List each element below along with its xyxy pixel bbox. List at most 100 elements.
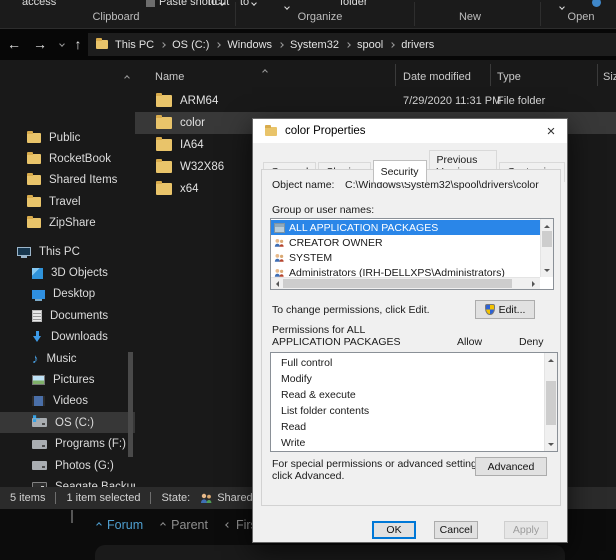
copy-to-button[interactable]: to <box>240 0 258 8</box>
apply-button-label: Apply <box>512 524 540 536</box>
ribbon-group-organize: Organize <box>297 11 343 23</box>
parent-link[interactable]: Parent <box>160 518 208 532</box>
column-divider[interactable] <box>395 64 396 86</box>
crumb-spool[interactable]: spool <box>357 39 383 51</box>
sidebar-item-label: Documents <box>50 309 109 322</box>
sidebar-item-rocketbook[interactable]: RocketBook <box>0 148 135 169</box>
ok-button[interactable]: OK <box>372 521 416 539</box>
folder-icon <box>156 93 172 107</box>
dialog-title: color Properties <box>285 125 366 137</box>
scroll-up-icon[interactable] <box>544 222 550 228</box>
sidebar-item-photos-g[interactable]: Photos (G:) <box>0 455 135 476</box>
quick-access-button[interactable]: access <box>22 0 56 8</box>
permission-label: List folder contents <box>281 405 370 417</box>
scrollbar-thumb[interactable] <box>546 381 556 425</box>
permission-row-read-execute[interactable]: Read & execute <box>271 387 544 403</box>
sidebar-item-3d-objects[interactable]: 3D Objects <box>0 262 135 283</box>
sidebar-item-programs-f[interactable]: Programs (F:) <box>0 433 135 454</box>
sidebar-scrollbar[interactable] <box>128 352 133 457</box>
tab-security[interactable]: Security <box>372 160 427 182</box>
sidebar-scroll-up-icon[interactable] <box>124 67 130 85</box>
properties-dialog: color Properties × General Sharing Secur… <box>252 118 568 543</box>
up-button[interactable]: ↑ <box>68 34 88 54</box>
cancel-button[interactable]: Cancel <box>434 521 478 539</box>
scroll-down-icon[interactable] <box>544 269 550 275</box>
breadcrumb[interactable]: This PC OS (C:) Windows System32 spool d… <box>88 33 616 56</box>
column-header-type[interactable]: Type <box>497 71 521 83</box>
forward-button[interactable]: → <box>30 34 50 54</box>
dialog-titlebar[interactable]: color Properties <box>253 119 567 143</box>
group-row-all-application-packages[interactable]: ALL APPLICATION PACKAGES <box>271 220 540 235</box>
sidebar-item-videos[interactable]: Videos <box>0 391 135 412</box>
group-row-system[interactable]: SYSTEM <box>271 250 540 265</box>
sidebar-item-pictures[interactable]: Pictures <box>0 369 135 390</box>
file-name: x64 <box>180 183 199 195</box>
music-note-icon: ♪ <box>32 351 39 367</box>
file-row-arm64[interactable]: ARM64 7/29/2020 11:31 PM File folder <box>135 90 616 112</box>
more-options-button[interactable] <box>284 0 290 12</box>
sidebar-item-zipshare[interactable]: ZipShare <box>0 213 135 234</box>
users-icon <box>274 268 284 277</box>
chevron-right-icon <box>160 41 166 48</box>
column-header-name[interactable]: Name <box>155 71 184 83</box>
sidebar-item-public[interactable]: Public <box>0 127 135 148</box>
security-tab-page: Object name: C:\Windows\System32\spool\d… <box>261 169 561 506</box>
copy-to-label: to <box>240 0 250 8</box>
folder-icon <box>156 115 172 129</box>
sidebar-item-downloads[interactable]: Downloads <box>0 327 135 348</box>
horizontal-scrollbar[interactable] <box>271 277 540 289</box>
edit-button[interactable]: Edit... <box>475 300 535 319</box>
sidebar-item-desktop[interactable]: Desktop <box>0 284 135 305</box>
new-item-dropdown[interactable] <box>559 0 565 12</box>
close-icon[interactable]: × <box>541 121 561 141</box>
sidebar-item-os-c[interactable]: OS (C:) <box>0 412 135 434</box>
crumb-os-c[interactable]: OS (C:) <box>172 39 209 51</box>
move-to-button[interactable]: to <box>208 0 226 8</box>
forum-link[interactable]: Forum <box>96 518 143 532</box>
crumb-system32[interactable]: System32 <box>290 39 339 51</box>
crumb-this-pc[interactable]: This PC <box>115 39 154 51</box>
permission-row-list-folder-contents[interactable]: List folder contents <box>271 403 544 419</box>
scroll-up-icon[interactable] <box>548 356 554 362</box>
scrollbar-thumb[interactable] <box>542 231 552 247</box>
navigation-pane: Public RocketBook Shared Items Travel Zi… <box>0 60 135 543</box>
sidebar-item-this-pc[interactable]: This PC <box>0 241 135 262</box>
drive-icon <box>32 461 47 471</box>
chevron-right-icon <box>215 41 222 48</box>
group-row-creator-owner[interactable]: CREATOR OWNER <box>271 235 540 250</box>
advanced-button[interactable]: Advanced <box>475 457 547 476</box>
group-user-list[interactable]: ALL APPLICATION PACKAGES CREATOR OWNER S… <box>270 218 554 290</box>
column-divider[interactable] <box>597 64 598 86</box>
scrollbar-thumb[interactable] <box>283 279 512 288</box>
chevron-down-icon <box>219 0 226 6</box>
column-divider[interactable] <box>490 64 491 86</box>
vertical-scrollbar[interactable] <box>544 353 557 451</box>
crumb-drivers[interactable]: drivers <box>401 39 434 51</box>
permission-row-read[interactable]: Read <box>271 419 544 435</box>
vertical-scrollbar[interactable] <box>540 219 553 277</box>
chevron-up-icon <box>96 522 102 528</box>
column-header-date[interactable]: Date modified <box>403 71 471 83</box>
scroll-left-icon[interactable] <box>273 281 279 287</box>
back-button[interactable]: ← <box>4 34 24 54</box>
edit-button-label: Edit... <box>498 303 526 316</box>
drive-icon <box>32 439 47 449</box>
new-folder-button[interactable]: folder <box>340 0 368 8</box>
scroll-down-icon[interactable] <box>548 443 554 449</box>
permissions-list[interactable]: Full control Modify Read & execute List … <box>270 352 558 452</box>
sidebar-item-label: This PC <box>39 245 80 258</box>
permission-row-modify[interactable]: Modify <box>271 371 544 387</box>
apply-button[interactable]: Apply <box>504 521 548 539</box>
sidebar-item-documents[interactable]: Documents <box>0 305 135 326</box>
column-header-size[interactable]: Size <box>603 71 616 83</box>
sidebar-item-shared-items[interactable]: Shared Items <box>0 170 135 191</box>
scroll-right-icon[interactable] <box>532 281 538 287</box>
sidebar-item-music[interactable]: ♪ Music <box>0 348 135 369</box>
open-button[interactable] <box>592 0 605 8</box>
folder-icon <box>27 130 41 143</box>
sidebar-item-travel[interactable]: Travel <box>0 191 135 212</box>
crumb-windows[interactable]: Windows <box>227 39 272 51</box>
selected-count: 1 item selected <box>66 492 141 504</box>
permission-row-write[interactable]: Write <box>271 435 544 451</box>
permission-row-full-control[interactable]: Full control <box>271 355 544 371</box>
